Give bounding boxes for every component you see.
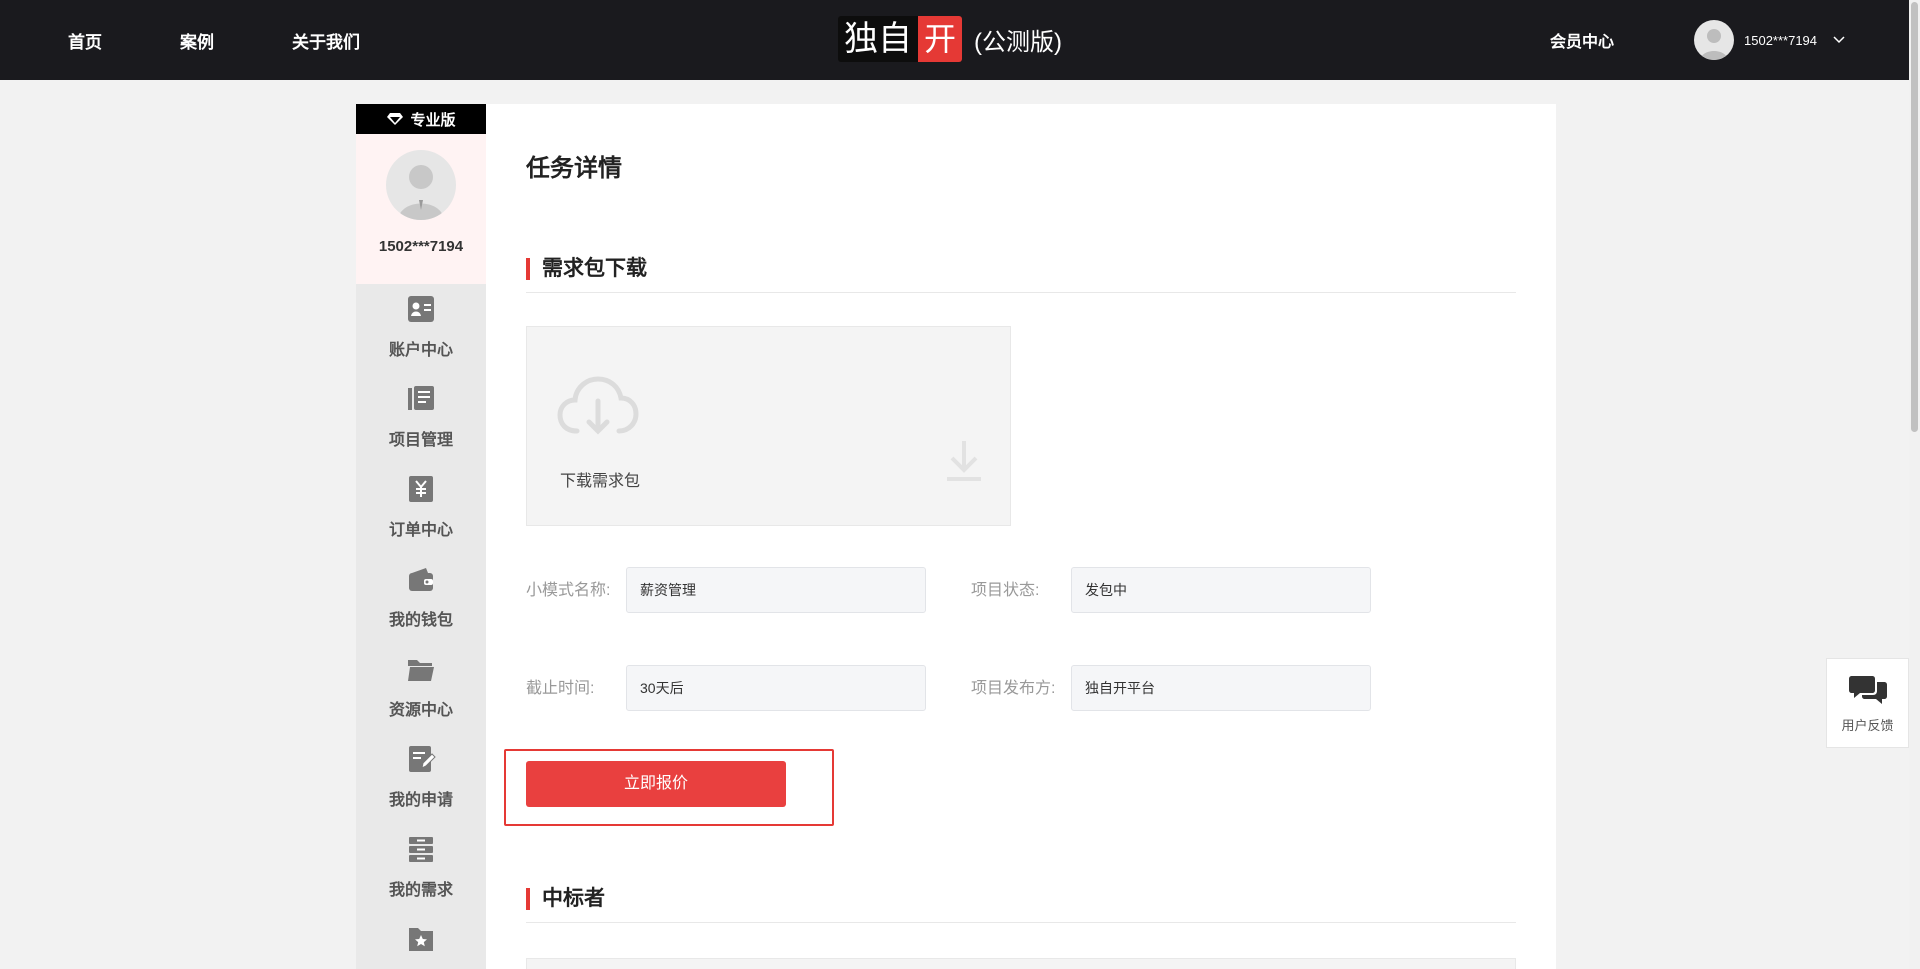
avatar bbox=[1694, 20, 1734, 60]
diamond-icon bbox=[387, 113, 404, 125]
logo-beta-label: (公测版) bbox=[974, 28, 1062, 56]
logo-text-left: 独自 bbox=[838, 16, 918, 62]
sidebar-item-favorites[interactable] bbox=[356, 914, 486, 969]
sidebar-item-applications[interactable]: 我的申请 bbox=[356, 734, 486, 824]
section-title-winner: 中标者 bbox=[526, 888, 605, 910]
user-menu[interactable]: 1502***7194 bbox=[1694, 20, 1845, 60]
cloud-download-icon bbox=[557, 376, 639, 435]
sidebar-item-label: 我的需求 bbox=[388, 882, 453, 899]
profile-card: 1502***7194 bbox=[356, 134, 486, 284]
sidebar-item-wallet[interactable]: 我的钱包 bbox=[356, 554, 486, 644]
sidebar-item-label: 项目管理 bbox=[388, 432, 453, 449]
sidebar-item-orders[interactable]: 订单中心 bbox=[356, 464, 486, 554]
download-arrow-icon bbox=[947, 441, 981, 481]
site-logo[interactable]: 独自 开 (公测版) bbox=[838, 16, 1062, 62]
winner-list bbox=[526, 958, 1516, 969]
cabinet-icon bbox=[409, 837, 433, 862]
top-navbar: 首页 案例 关于我们 独自 开 (公测版) 会员中心 1502***7194 bbox=[0, 0, 1909, 80]
id-card-icon bbox=[408, 296, 434, 322]
scrollbar-thumb[interactable] bbox=[1911, 2, 1918, 432]
section-divider bbox=[526, 292, 1516, 293]
download-package-label: 下载需求包 bbox=[560, 473, 641, 490]
deadline-field: 30天后 bbox=[626, 665, 926, 711]
yen-receipt-icon bbox=[409, 476, 433, 502]
sidebar-item-demands[interactable]: 我的需求 bbox=[356, 824, 486, 914]
profile-user-name: 1502***7194 bbox=[378, 238, 464, 255]
deadline-label: 截止时间: bbox=[526, 680, 595, 697]
sidebar-item-label: 我的钱包 bbox=[388, 612, 453, 629]
sidebar-item-label: 资源中心 bbox=[388, 702, 453, 719]
publisher-field: 独自开平台 bbox=[1071, 665, 1371, 711]
pro-badge-label: 专业版 bbox=[410, 111, 456, 129]
wallet-icon bbox=[409, 568, 433, 591]
avatar[interactable] bbox=[386, 150, 456, 220]
folder-icon bbox=[408, 660, 434, 681]
sidebar-item-resources[interactable]: 资源中心 bbox=[356, 644, 486, 734]
project-status-label: 项目状态: bbox=[971, 582, 1040, 599]
sidebar-item-projects[interactable]: 项目管理 bbox=[356, 374, 486, 464]
download-package-card[interactable]: 下载需求包 bbox=[526, 326, 1011, 526]
pro-badge: 专业版 bbox=[356, 104, 486, 134]
sidebar-item-label: 账户中心 bbox=[388, 342, 453, 359]
star-folder-icon bbox=[409, 928, 433, 951]
section-title-download: 需求包下载 bbox=[526, 258, 647, 280]
chat-bubbles-icon bbox=[1848, 676, 1887, 704]
module-name-field: 薪资管理 bbox=[626, 567, 926, 613]
project-status-field: 发包中 bbox=[1071, 567, 1371, 613]
module-name-label: 小模式名称: bbox=[526, 582, 611, 599]
sidebar-item-account[interactable]: 账户中心 bbox=[356, 284, 486, 374]
publisher-label: 项目发布方: bbox=[971, 680, 1056, 697]
nav-cases-link[interactable]: 案例 bbox=[180, 28, 214, 53]
user-feedback-label: 用户反馈 bbox=[1841, 718, 1894, 733]
logo-text-right: 开 bbox=[918, 16, 963, 62]
page-title: 任务详情 bbox=[526, 155, 622, 182]
quote-now-button[interactable]: 立即报价 bbox=[526, 761, 786, 807]
project-list-icon bbox=[408, 386, 434, 410]
sidebar: 专业版 1502***7194 账户中心 项目管理 订单中心 我的钱包 资源中心… bbox=[356, 104, 486, 969]
user-name: 1502***7194 bbox=[1744, 32, 1818, 48]
user-feedback-button[interactable]: 用户反馈 bbox=[1826, 658, 1909, 748]
sidebar-item-label: 我的申请 bbox=[388, 792, 453, 809]
nav-about-link[interactable]: 关于我们 bbox=[292, 28, 360, 53]
nav-home-link[interactable]: 首页 bbox=[68, 28, 102, 53]
page-scrollbar[interactable] bbox=[1909, 0, 1920, 969]
chevron-down-icon[interactable] bbox=[1833, 31, 1845, 49]
edit-note-icon bbox=[409, 746, 436, 772]
section-divider bbox=[526, 922, 1516, 923]
sidebar-item-label: 订单中心 bbox=[388, 522, 453, 539]
member-center-link[interactable]: 会员中心 bbox=[1550, 28, 1614, 52]
task-detail-panel: 任务详情 需求包下载 下载需求包 小模式名称: 薪资管理 项目状态: 发包中 截… bbox=[486, 104, 1556, 969]
